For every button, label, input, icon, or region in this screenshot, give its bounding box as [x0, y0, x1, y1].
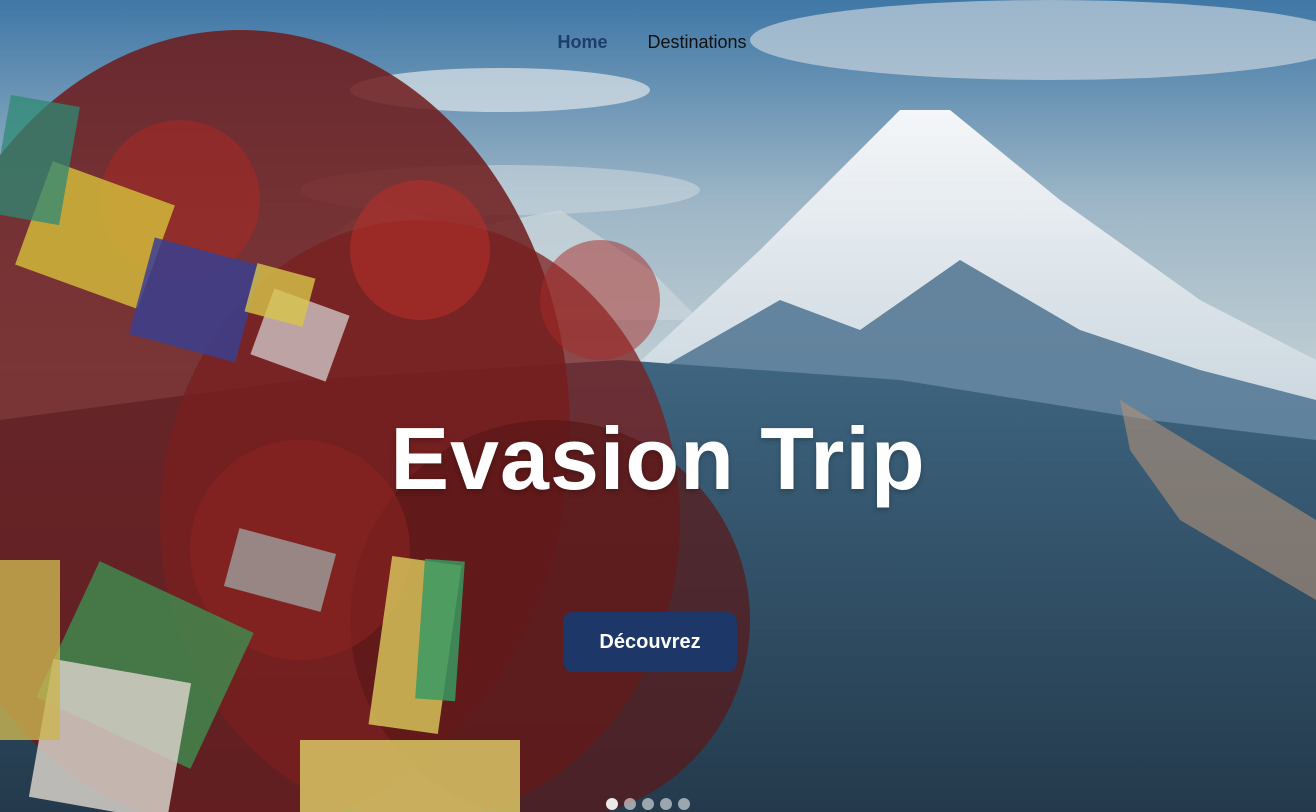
- carousel-indicators: [606, 798, 690, 810]
- main-nav: Home Destinations: [0, 32, 1316, 53]
- hero-background-image: [0, 0, 1316, 812]
- carousel-dot-1[interactable]: [606, 798, 618, 810]
- nav-link-destinations[interactable]: Destinations: [647, 32, 746, 53]
- carousel-dot-2[interactable]: [624, 798, 636, 810]
- carousel-dot-4[interactable]: [660, 798, 672, 810]
- nav-link-home[interactable]: Home: [557, 32, 607, 53]
- carousel-dot-5[interactable]: [678, 798, 690, 810]
- hero-section: Home Destinations Evasion Trip Découvrez: [0, 0, 1316, 812]
- hero-title: Evasion Trip: [390, 409, 926, 508]
- carousel-dot-3[interactable]: [642, 798, 654, 810]
- discover-button[interactable]: Découvrez: [563, 612, 737, 672]
